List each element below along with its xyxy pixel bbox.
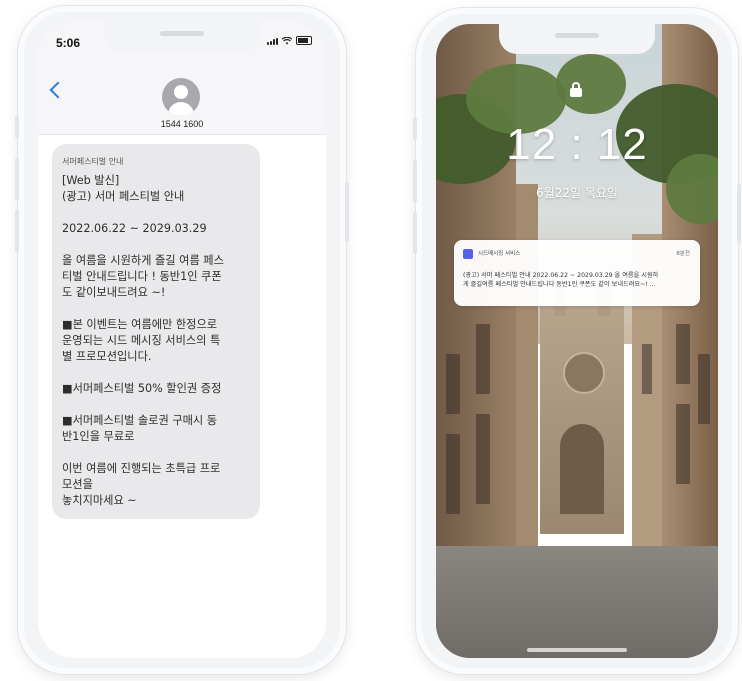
right-phone: 12 : 12 6월22일 목요일 시드메시징 서비스 8분전 (광고) 서머 … (413, 8, 741, 674)
left-phone: 5:06 1544 1600 서머페스티벌 안내 [Web 발신] (광고) 서… (15, 6, 349, 674)
lock-screen: 12 : 12 6월22일 목요일 시드메시징 서비스 8분전 (광고) 서머 … (436, 24, 718, 658)
notification-text: (광고) 서머 페스티벌 안내 2022.06.22 ~ 2029.03.29 … (463, 272, 659, 288)
message-body: [Web 발신] (광고) 서머 페스티벌 안내 2022.06.22 ~ 20… (62, 174, 224, 507)
back-chevron-icon[interactable] (49, 81, 67, 99)
notification-app-name: 시드메시징 서비스 (478, 251, 521, 257)
volume-down-button (15, 210, 19, 252)
mute-switch (413, 118, 417, 140)
status-icons (267, 36, 312, 45)
volume-up-button (413, 160, 417, 202)
app-icon (463, 249, 473, 259)
notification-card[interactable]: 시드메시징 서비스 8분전 (광고) 서머 페스티벌 안내 2022.06.22… (454, 240, 700, 306)
lock-icon (569, 82, 583, 98)
notch (499, 24, 655, 54)
power-button (345, 182, 349, 242)
messages-screen: 5:06 1544 1600 서머페스티벌 안내 [Web 발신] (광고) 서… (38, 22, 326, 658)
status-time: 5:06 (56, 36, 81, 50)
power-button (737, 184, 741, 244)
wifi-icon (282, 37, 292, 45)
notch (104, 22, 260, 52)
volume-down-button (413, 212, 417, 254)
home-indicator[interactable] (527, 648, 627, 652)
message-bubble[interactable]: 서머페스티벌 안내 [Web 발신] (광고) 서머 페스티벌 안내 2022.… (52, 144, 260, 519)
signal-icon (267, 38, 278, 45)
lock-clock: 12 : 12 (506, 120, 648, 169)
message-title: 서머페스티벌 안내 (62, 157, 124, 166)
avatar-icon[interactable] (162, 78, 200, 116)
battery-icon (296, 36, 312, 45)
lock-date: 6월22일 목요일 (536, 186, 618, 200)
mute-switch (15, 116, 19, 138)
sender-number: 1544 1600 (160, 119, 204, 129)
notification-time: 8분전 (676, 251, 690, 257)
volume-up-button (15, 158, 19, 200)
